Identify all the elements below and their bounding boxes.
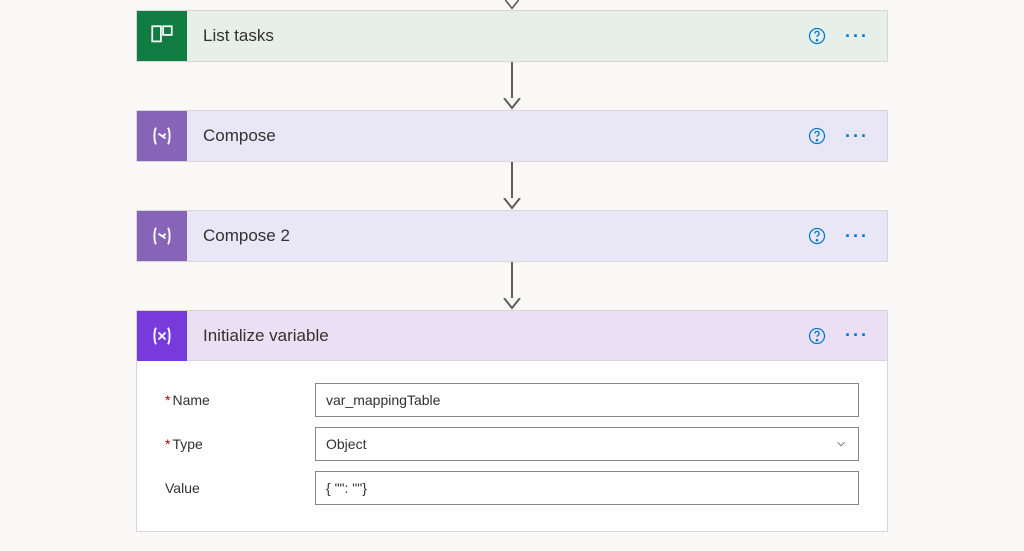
field-label-type: *Type: [165, 436, 315, 452]
connector-arrow: [502, 262, 522, 310]
more-menu-icon[interactable]: ···: [845, 26, 869, 47]
connector-arrow-top: [502, 0, 522, 10]
value-field[interactable]: [315, 471, 859, 505]
step-title: Initialize variable: [187, 326, 807, 346]
step-body: *Name *Type Object Value: [137, 361, 887, 531]
variable-icon: [137, 311, 187, 361]
step-title: Compose: [187, 126, 807, 146]
field-label-name: *Name: [165, 392, 315, 408]
compose-icon: [137, 111, 187, 161]
help-icon[interactable]: [807, 226, 827, 246]
step-compose-2[interactable]: Compose 2 ···: [136, 210, 888, 262]
help-icon[interactable]: [807, 126, 827, 146]
step-initialize-variable[interactable]: Initialize variable ··· *Name *Type Obje…: [136, 310, 888, 532]
help-icon[interactable]: [807, 26, 827, 46]
name-field[interactable]: [315, 383, 859, 417]
connector-arrow: [502, 162, 522, 210]
type-select[interactable]: Object: [315, 427, 859, 461]
type-select-value: Object: [326, 436, 366, 452]
compose-icon: [137, 211, 187, 261]
help-icon[interactable]: [807, 326, 827, 346]
planner-icon: [137, 11, 187, 61]
more-menu-icon[interactable]: ···: [845, 126, 869, 147]
field-label-value: Value: [165, 480, 315, 496]
chevron-down-icon: [834, 437, 848, 451]
step-title: Compose 2: [187, 226, 807, 246]
step-list-tasks[interactable]: List tasks ···: [136, 10, 888, 62]
step-compose[interactable]: Compose ···: [136, 110, 888, 162]
connector-arrow: [502, 62, 522, 110]
more-menu-icon[interactable]: ···: [845, 226, 869, 247]
step-title: List tasks: [187, 26, 807, 46]
more-menu-icon[interactable]: ···: [845, 325, 869, 346]
